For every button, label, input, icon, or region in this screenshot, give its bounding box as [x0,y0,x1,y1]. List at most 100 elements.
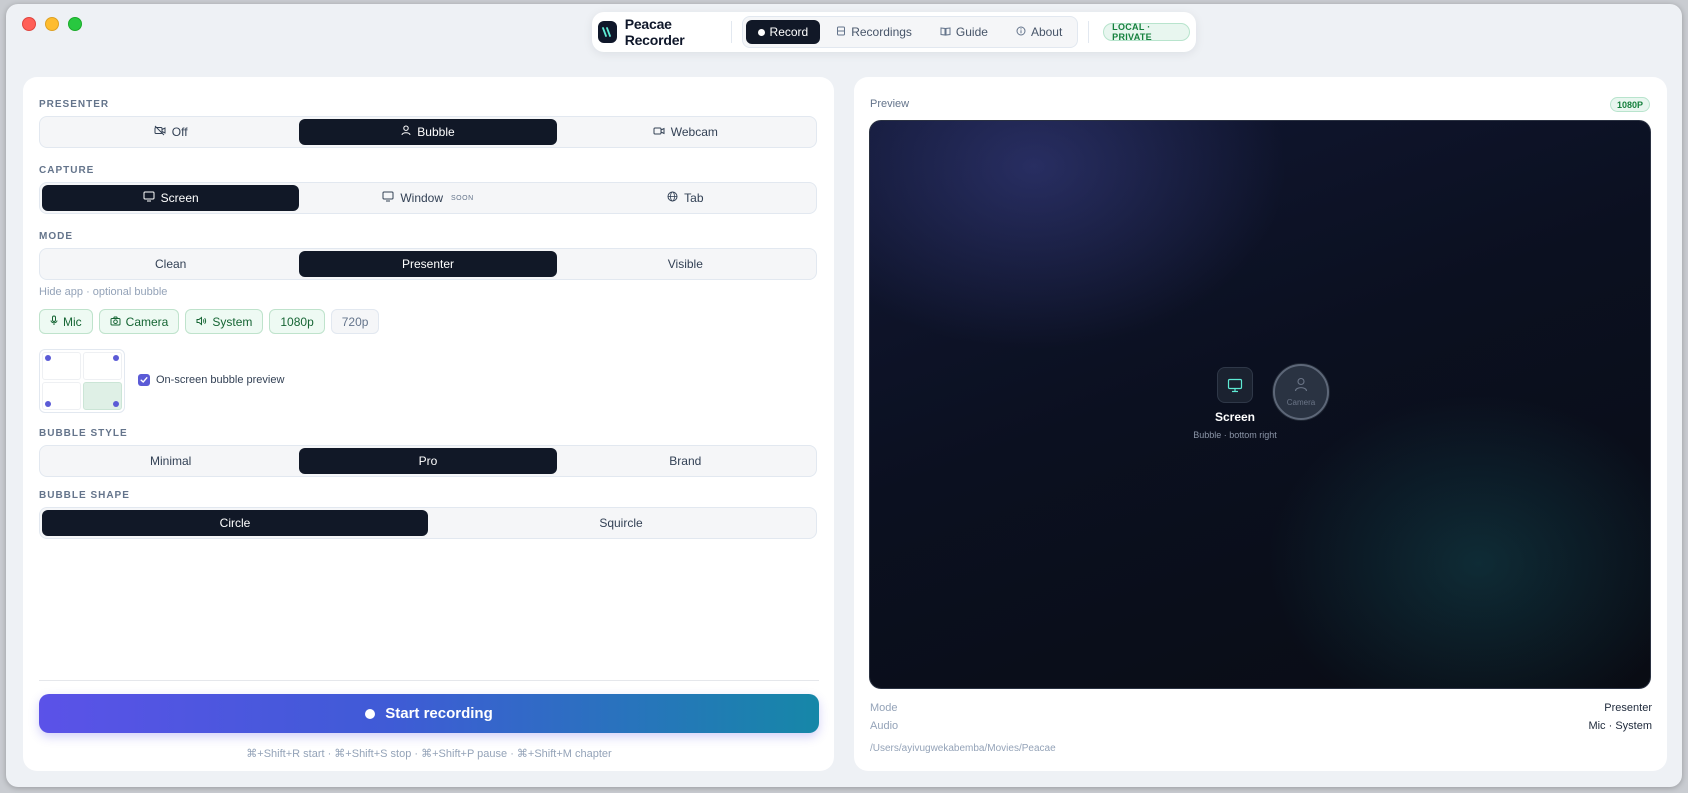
style-brand-button[interactable]: Brand [557,448,814,474]
info-key: Audio [870,720,899,732]
tab-about[interactable]: About [1004,20,1074,44]
save-path[interactable]: /Users/ayivugwekabemba/Movies/Peacae [870,743,1056,754]
mode-visible-button[interactable]: Visible [557,251,814,277]
style-minimal-button[interactable]: Minimal [42,448,299,474]
preview-canvas: Screen Bubble · bottom right Camera [869,120,1651,689]
mic-icon [50,315,58,329]
option-label: Tab [684,191,704,205]
option-label: Off [171,125,188,139]
bubble-shape-segmented-control: Circle Squircle [39,507,817,539]
option-label: Brand [669,454,702,468]
book-icon [940,25,951,39]
camera-bubble-preview: Camera [1273,364,1329,420]
mode-clean-button[interactable]: Clean [42,251,299,277]
monitor-icon [143,191,155,205]
toggle-label: Mic [63,314,82,329]
option-label: Minimal [149,454,192,468]
bubble-shape-section-label: BUBBLE SHAPE [39,490,130,501]
presenter-section-label: PRESENTER [39,99,110,110]
checkmark-icon [140,377,148,383]
capture-tab-button[interactable]: Tab [557,185,814,211]
resolution-720p-toggle[interactable]: 720p [330,309,380,334]
option-label: Screen [160,191,199,205]
tab-label: Recordings [851,25,912,39]
info-value: Mic · System [1588,720,1652,732]
close-window-button[interactable] [22,17,36,31]
capture-screen-button[interactable]: Screen [42,185,300,211]
position-top-left[interactable] [42,352,81,380]
bubble-style-section-label: BUBBLE STYLE [39,428,128,439]
start-recording-button[interactable]: Start recording [39,694,819,733]
source-toggles: Mic Camera System 1080p 720p [39,309,380,334]
film-icon [836,25,846,39]
corner-dot-icon [113,401,119,407]
record-dot-icon [757,28,765,36]
window-controls [22,17,82,31]
camera-icon [110,315,121,329]
nav-tabs: Record Recordings Guide About [741,16,1079,48]
mic-toggle[interactable]: Mic [39,309,93,334]
position-bottom-right[interactable] [83,382,122,410]
mode-hint: Hide app · optional bubble [39,286,168,298]
presenter-off-button[interactable]: Off [42,119,299,145]
divider [39,680,819,681]
tab-record[interactable]: Record [745,20,821,44]
preview-title: Preview [870,98,910,110]
privacy-badge: LOCAL · PRIVATE [1103,22,1190,42]
info-key: Mode [870,702,898,714]
option-label: Webcam [670,125,718,139]
corner-dot-icon [45,401,51,407]
capture-segmented-control: Screen Window SOON Tab [39,182,817,214]
tab-label: About [1030,25,1063,39]
camera-off-icon [154,125,166,139]
checkbox[interactable] [138,374,150,386]
option-label: Clean [154,257,187,271]
speaker-icon [196,315,207,329]
start-recording-label: Start recording [385,705,493,722]
option-label: Circle [219,516,251,530]
top-bar: Peacae Recorder Record Recordings Guide … [592,12,1196,52]
presenter-webcam-button[interactable]: Webcam [557,119,814,145]
bubble-preview-toggle[interactable]: On-screen bubble preview [138,374,284,386]
preview-panel: Preview 1080P Screen Bubble · bottom rig… [854,77,1667,771]
info-value: Presenter [1604,702,1652,714]
monitor-icon [382,191,394,205]
capture-section-label: CAPTURE [39,165,95,176]
soon-tag: SOON [451,194,474,202]
option-label: Pro [418,454,438,468]
toggle-label: 1080p [280,314,314,329]
tab-label: Guide [955,25,988,39]
video-icon [653,125,665,139]
shape-circle-button[interactable]: Circle [42,510,428,536]
capture-window-button[interactable]: Window SOON [299,185,556,211]
option-label: Window [400,191,444,205]
info-row-mode: Mode Presenter [870,702,1652,714]
minimize-window-button[interactable] [45,17,59,31]
divider [1088,21,1090,43]
bubble-style-segmented-control: Minimal Pro Brand [39,445,817,477]
style-pro-button[interactable]: Pro [299,448,557,474]
position-top-right[interactable] [83,352,122,380]
mode-presenter-button[interactable]: Presenter [299,251,557,277]
bubble-position-picker [39,349,125,413]
zoom-window-button[interactable] [68,17,82,31]
divider [730,21,732,43]
tab-recordings[interactable]: Recordings [824,20,924,44]
toggle-label: Camera [125,314,169,329]
resolution-1080p-toggle[interactable]: 1080p [269,309,325,334]
tab-label: Record [769,25,809,39]
mode-segmented-control: Clean Presenter Visible [39,248,817,280]
user-icon [1294,377,1308,397]
toggle-label: 720p [341,314,369,329]
globe-icon [667,191,678,205]
tab-guide[interactable]: Guide [928,20,1000,44]
bubble-label: Camera [1286,398,1316,407]
position-bottom-left[interactable] [42,382,81,410]
camera-toggle[interactable]: Camera [98,309,180,334]
presenter-segmented-control: Off Bubble Webcam [39,116,817,148]
app-logo-icon [598,21,617,43]
presenter-bubble-button[interactable]: Bubble [299,119,557,145]
shape-squircle-button[interactable]: Squircle [428,510,814,536]
system-audio-toggle[interactable]: System [185,309,264,334]
checkbox-label: On-screen bubble preview [156,374,285,386]
